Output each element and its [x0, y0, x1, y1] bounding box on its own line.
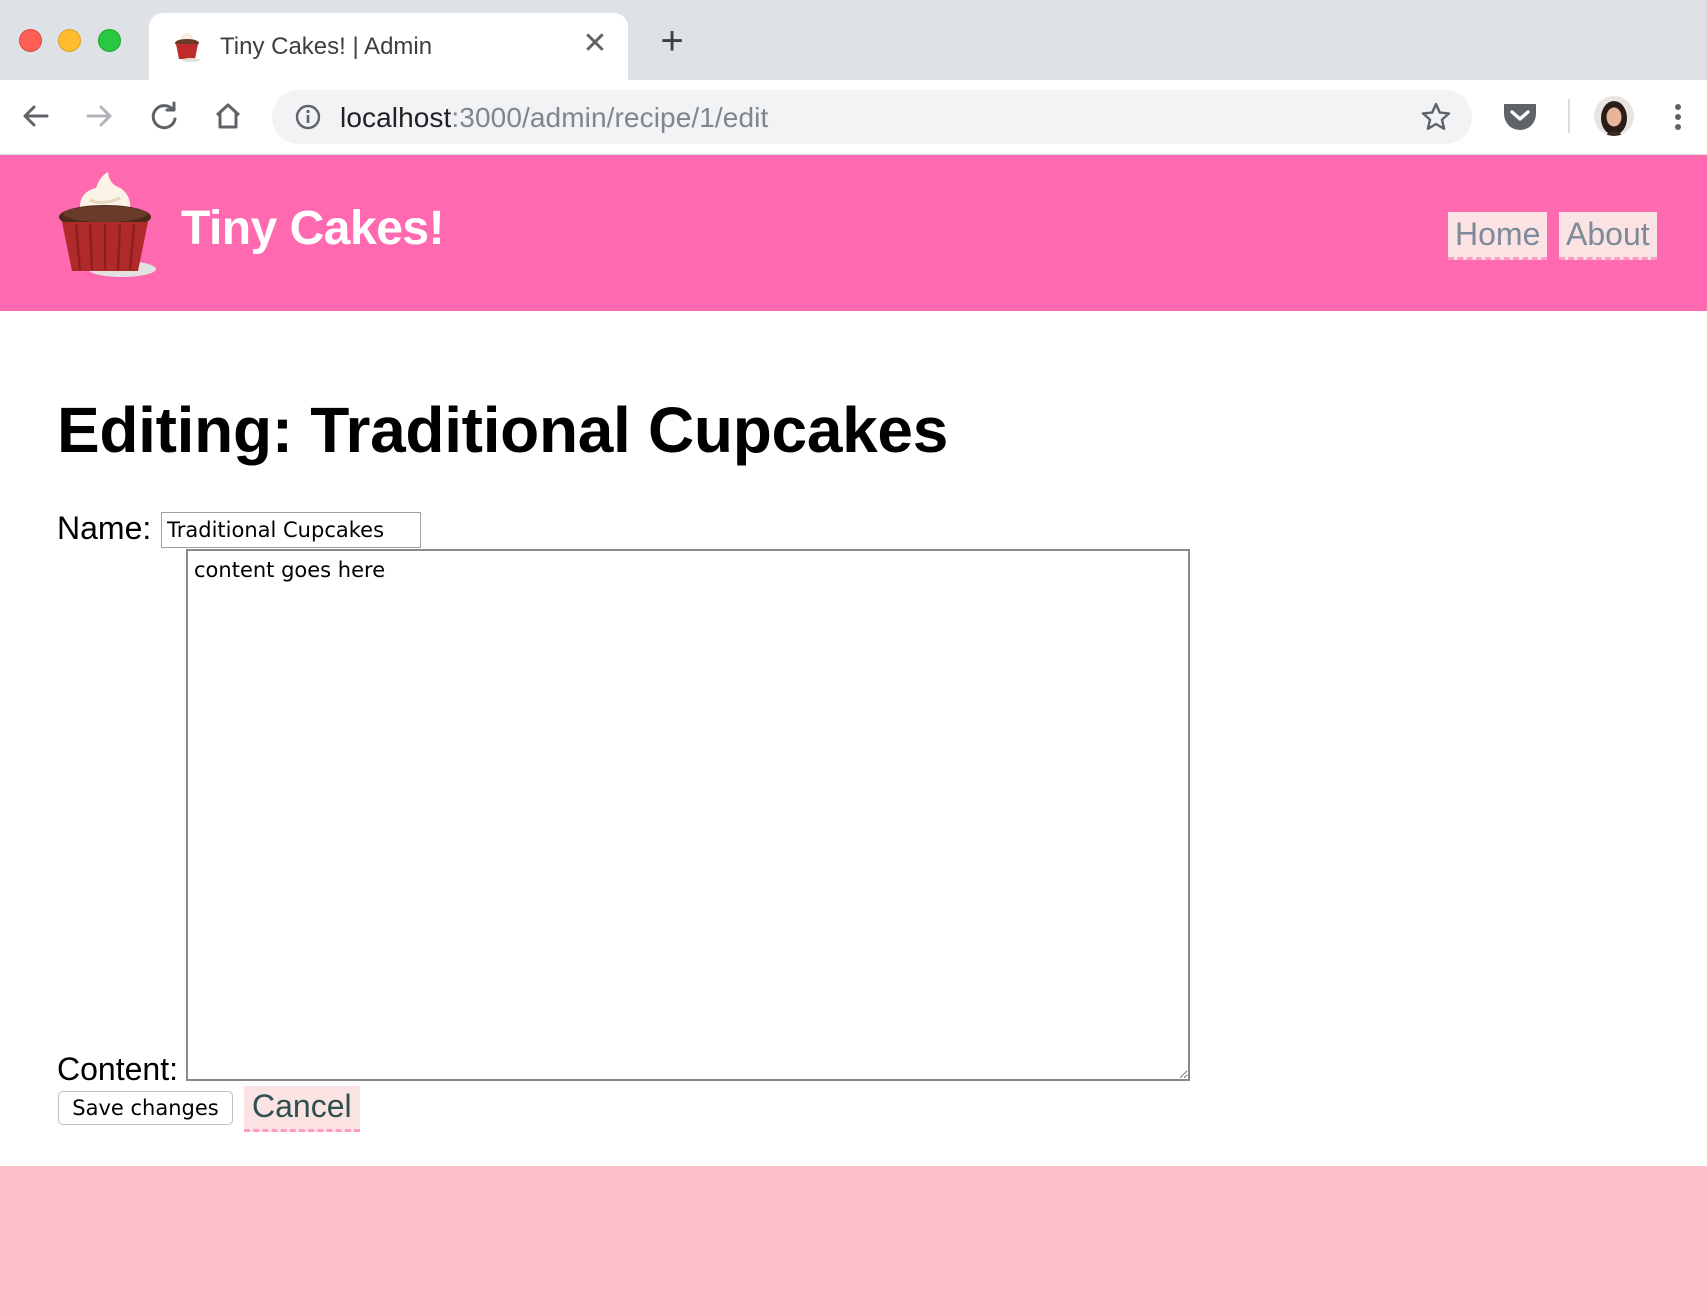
- new-tab-button[interactable]: +: [655, 21, 689, 61]
- address-bar[interactable]: localhost:3000/admin/recipe/1/edit: [272, 90, 1472, 144]
- pocket-icon[interactable]: [1502, 100, 1538, 134]
- name-label: Name:: [57, 510, 152, 546]
- save-changes-button[interactable]: Save changes: [58, 1091, 233, 1125]
- nav-about-link[interactable]: About: [1559, 212, 1657, 260]
- home-icon[interactable]: [206, 94, 250, 138]
- site-header: Tiny Cakes! Home About: [0, 155, 1707, 311]
- forward-icon[interactable]: [77, 94, 121, 138]
- page-title: Editing: Traditional Cupcakes: [57, 394, 948, 466]
- back-icon[interactable]: [14, 94, 58, 138]
- site-footer: [0, 1166, 1707, 1309]
- window-minimize-button[interactable]: [58, 29, 81, 52]
- site-title[interactable]: Tiny Cakes!: [181, 201, 445, 256]
- url-path: :3000/admin/recipe/1/edit: [451, 102, 769, 133]
- url-host: localhost: [340, 102, 452, 133]
- window-maximize-button[interactable]: [98, 29, 121, 52]
- tab-close-icon[interactable]: ✕: [580, 29, 610, 59]
- url-text[interactable]: localhost:3000/admin/recipe/1/edit: [340, 102, 768, 134]
- reload-icon[interactable]: [142, 94, 186, 138]
- browser-tab[interactable]: Tiny Cakes! | Admin ✕: [149, 13, 628, 80]
- name-input[interactable]: [161, 512, 421, 548]
- info-icon[interactable]: [294, 103, 322, 131]
- nav-home-link[interactable]: Home: [1448, 212, 1548, 260]
- tab-strip: Tiny Cakes! | Admin ✕ +: [0, 0, 1707, 80]
- cancel-link[interactable]: Cancel: [244, 1086, 360, 1132]
- avatar[interactable]: [1594, 96, 1634, 136]
- toolbar-separator: [1568, 99, 1570, 133]
- window-close-button[interactable]: [19, 29, 42, 52]
- kebab-menu-icon[interactable]: [1663, 100, 1693, 134]
- cupcake-favicon: [175, 32, 200, 62]
- content-label: Content:: [57, 1051, 178, 1087]
- tab-title: Tiny Cakes! | Admin: [220, 33, 433, 60]
- star-icon[interactable]: [1420, 101, 1452, 133]
- content-textarea[interactable]: content goes here: [186, 549, 1190, 1081]
- browser-toolbar: localhost:3000/admin/recipe/1/edit: [0, 80, 1707, 155]
- cupcake-logo[interactable]: [56, 170, 158, 285]
